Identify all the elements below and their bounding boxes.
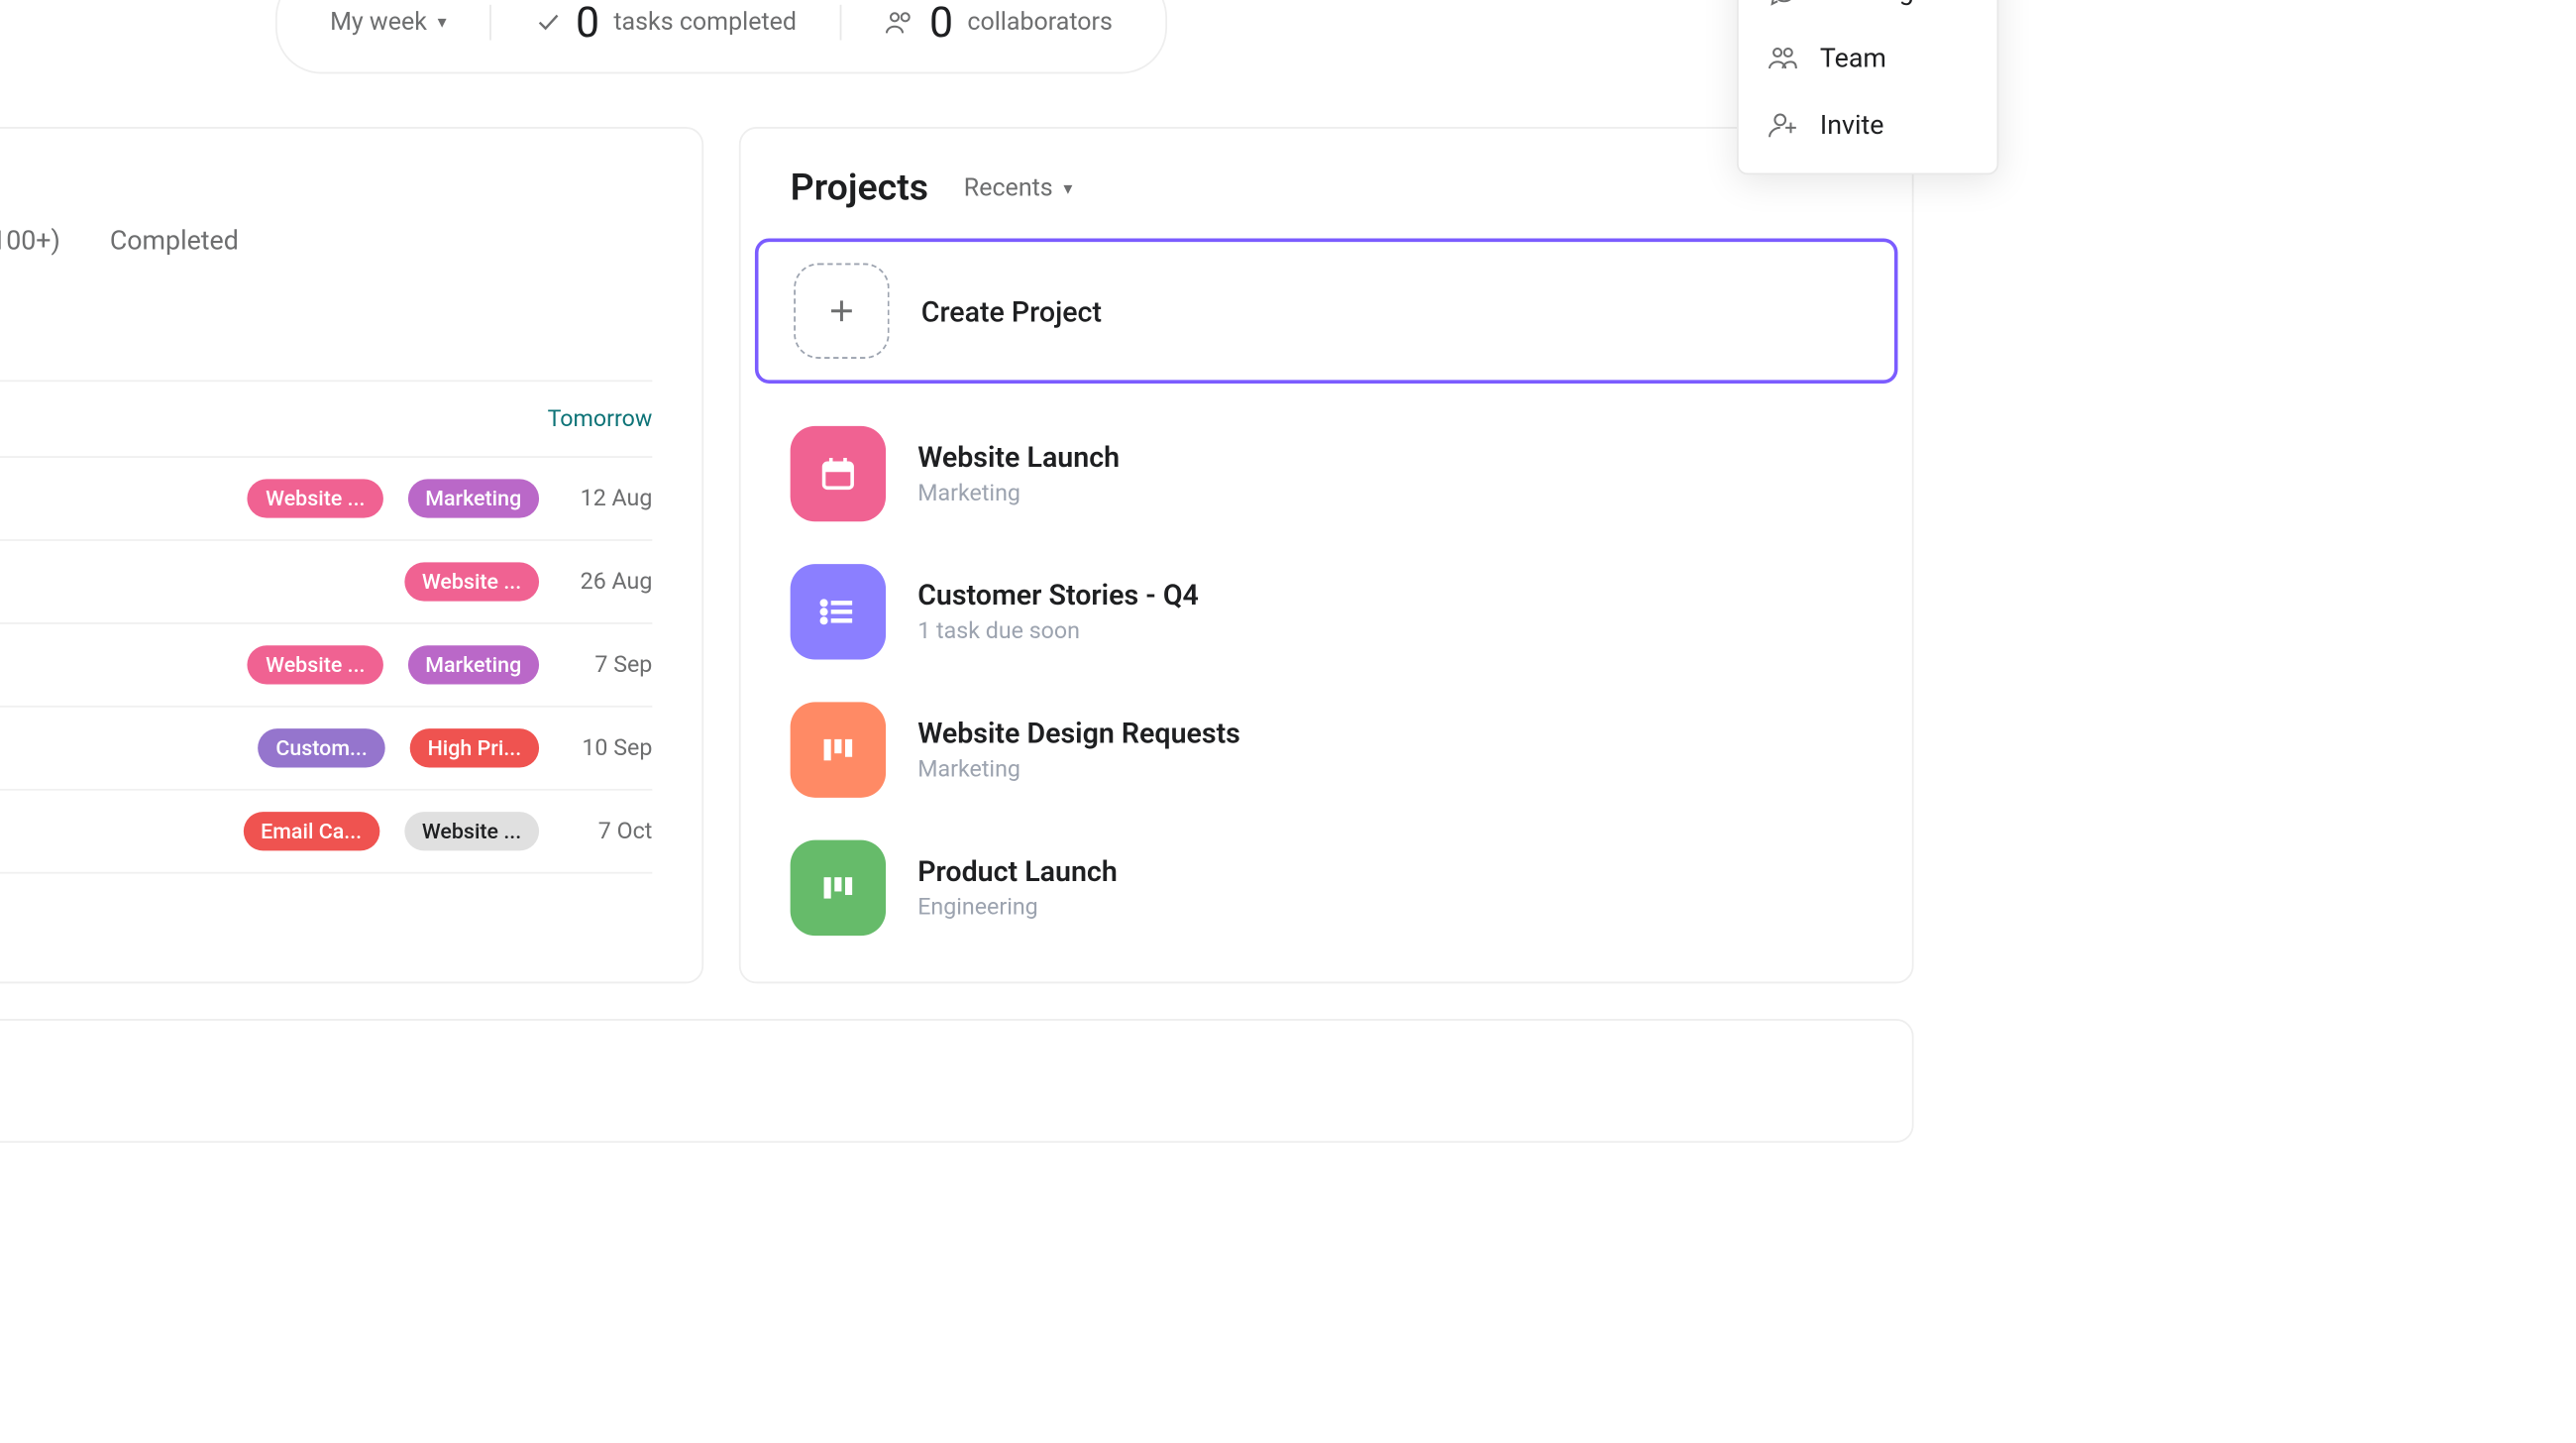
task-due: 7 Oct <box>564 818 652 844</box>
add-task-placeholder: Click here to add a task... <box>0 327 652 359</box>
project-name: Website Launch <box>917 440 1120 474</box>
projects-title: Projects <box>791 167 928 210</box>
task-due: 7 Sep <box>564 652 652 679</box>
chevron-down-icon: ▾ <box>438 13 447 33</box>
project-subtitle: Marketing <box>917 757 1240 784</box>
project-icon <box>791 564 886 659</box>
task-name: Font and image licensing <box>0 649 223 681</box>
collaborators-stat: 0 collaborators <box>884 0 1113 48</box>
plus-icon <box>794 264 889 359</box>
dropdown-label: Invite <box>1820 109 1884 141</box>
task-name: Sketch some ideas on paper <box>0 816 218 847</box>
project-subtitle: Engineering <box>917 895 1118 922</box>
project-row[interactable]: Product Launch Engineering <box>755 819 1898 956</box>
task-tag[interactable]: Website ... <box>248 645 382 684</box>
task-tag[interactable]: Marketing <box>407 479 539 517</box>
task-name: Update and close your goal(s) <box>0 403 523 435</box>
project-name: Customer Stories - Q4 <box>917 578 1199 611</box>
task-name: Rewrite blog post <box>0 732 233 764</box>
project-subtitle: 1 task due soon <box>917 618 1199 645</box>
team-icon <box>1767 42 1798 73</box>
project-row[interactable]: Website Design Requests Marketing <box>755 681 1898 819</box>
task-tag[interactable]: High Pri... <box>410 728 539 767</box>
project-row[interactable]: Website Launch Marketing <box>755 404 1898 542</box>
tab-completed[interactable]: Completed <box>110 224 239 278</box>
task-due: 12 Aug <box>564 486 652 512</box>
task-row[interactable]: Cookies notice Website ... 26 Aug <box>0 541 652 624</box>
project-row[interactable]: Customer Stories - Q4 1 task due soon <box>755 543 1898 681</box>
tasks-completed-stat: 0 tasks completed <box>533 0 797 48</box>
projects-card: 2 Projects Recents▾ Create Project Websi… <box>739 127 1914 983</box>
task-tag[interactable]: Website ... <box>248 479 382 517</box>
create-project-button[interactable]: Create Project <box>755 239 1898 384</box>
task-name: Web copy drafted <box>0 483 223 514</box>
check-icon <box>533 8 562 37</box>
tab-overdue[interactable]: Overdue (100+) <box>0 224 60 278</box>
task-tag[interactable]: Website ... <box>404 812 539 850</box>
task-due: 26 Aug <box>564 569 652 596</box>
task-row[interactable]: Sketch some ideas on paper Email Ca... Web… <box>0 791 652 874</box>
create-dropdown: Task Project Message Team Invite <box>1737 0 1998 174</box>
project-name: Website Design Requests <box>917 717 1240 750</box>
dropdown-item-message[interactable]: Message <box>1739 0 1997 24</box>
dropdown-item-team[interactable]: Team <box>1739 24 1997 91</box>
task-row[interactable]: Update and close your goal(s) Tomorrow <box>0 382 652 458</box>
dropdown-label: Team <box>1820 42 1886 73</box>
project-icon <box>791 840 886 936</box>
task-tag[interactable]: Website ... <box>404 562 539 601</box>
task-name: Cookies notice <box>0 566 379 598</box>
task-row[interactable]: Web copy drafted Website ... Marketing 12 A… <box>0 458 652 541</box>
project-name: Product Launch <box>917 854 1118 888</box>
invite-icon <box>1767 109 1798 141</box>
task-tag[interactable]: Email Ca... <box>243 812 379 850</box>
people-card: People Frequent collaborators▾ <box>0 1019 1914 1143</box>
task-row[interactable]: Rewrite blog post Custom... High Pri... 10 … <box>0 708 652 791</box>
my-priorities-card: My Priorities 🔒 Upcoming Overdue (100+) … <box>0 127 703 983</box>
my-week-label: My week <box>330 8 427 37</box>
show-more-link[interactable]: Show more <box>0 874 701 920</box>
task-tag[interactable]: Marketing <box>407 645 539 684</box>
recents-selector[interactable]: Recents▾ <box>964 174 1073 203</box>
dropdown-item-invite[interactable]: Invite <box>1739 91 1997 159</box>
add-task-row[interactable]: Click here to add a task... <box>0 305 652 382</box>
task-due: 10 Sep <box>564 734 652 761</box>
project-icon <box>791 426 886 521</box>
people-icon <box>884 7 915 39</box>
dropdown-label: Message <box>1820 0 1928 7</box>
chat-icon <box>1767 0 1798 7</box>
task-due: Tomorrow <box>548 405 653 432</box>
project-icon <box>791 702 886 797</box>
my-week-selector[interactable]: My week ▾ <box>330 8 447 37</box>
chevron-down-icon: ▾ <box>1063 179 1072 199</box>
task-tag[interactable]: Custom... <box>258 728 384 767</box>
create-project-label: Create Project <box>921 294 1102 328</box>
stats-pill: My week ▾ 0 tasks completed 0 collaborato… <box>275 0 1168 73</box>
project-subtitle: Marketing <box>917 481 1120 507</box>
task-row[interactable]: Font and image licensing Website ... Marke… <box>0 624 652 708</box>
